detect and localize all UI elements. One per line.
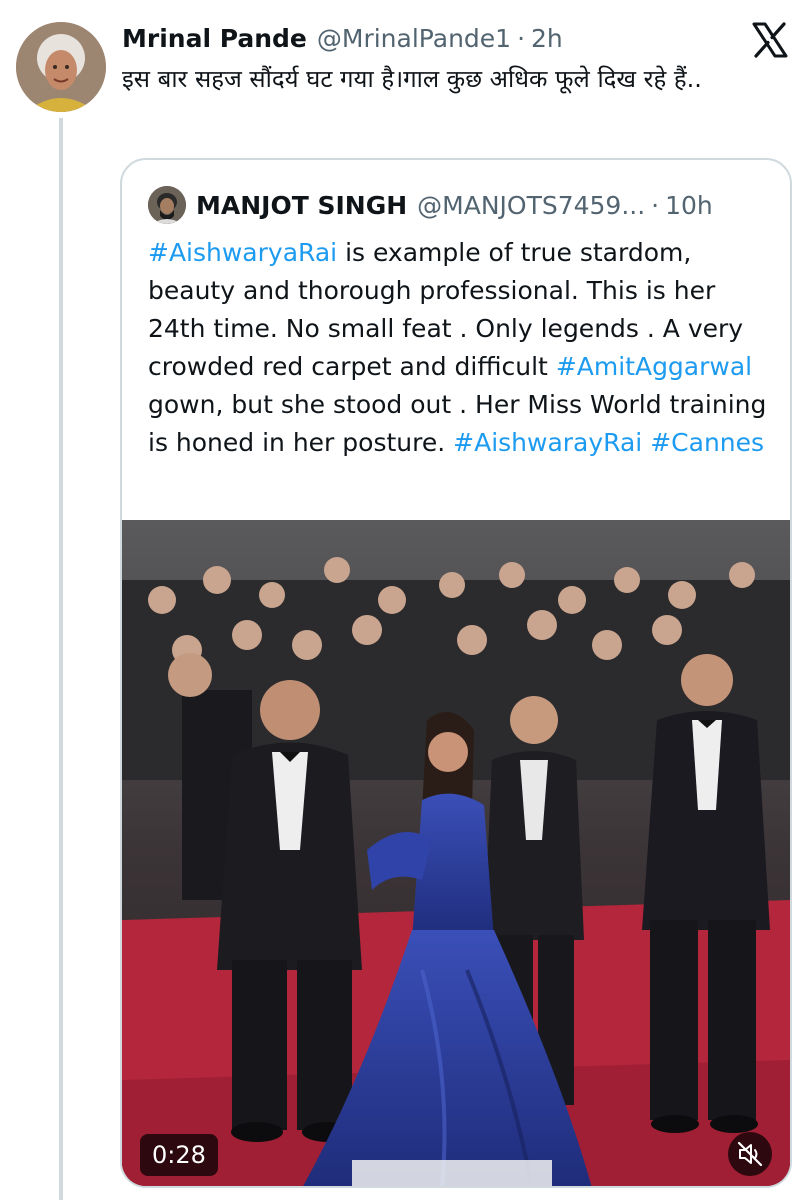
- quoted-avatar-image: [148, 186, 186, 224]
- author-avatar[interactable]: [16, 22, 106, 112]
- tweet-timestamp[interactable]: 2h: [531, 24, 563, 53]
- quoted-tweet-timestamp[interactable]: 10h: [665, 191, 713, 220]
- author-handle[interactable]: @MrinalPande1: [317, 24, 511, 53]
- quoted-author-avatar[interactable]: [148, 186, 186, 224]
- hashtag-link[interactable]: #Cannes: [650, 428, 764, 457]
- hashtag-link[interactable]: #AmitAggarwal: [556, 352, 752, 381]
- thread-connector-line: [59, 118, 63, 1200]
- tweet-text: इस बार सहज सौंदर्य घट गया है।गाल कुछ अधि…: [122, 65, 702, 93]
- video-frame-red-carpet: [122, 520, 790, 1186]
- quoted-separator-dot: ·: [651, 190, 660, 220]
- tweet-header: Mrinal Pande @MrinalPande1 · 2h: [122, 18, 563, 58]
- quoted-tweet-header: MANJOT SINGH @MANJOTS7459... · 10h: [196, 185, 713, 225]
- video-duration-badge: 0:28: [140, 1134, 218, 1176]
- separator-dot: ·: [517, 23, 526, 53]
- author-name[interactable]: Mrinal Pande: [122, 24, 307, 53]
- muted-speaker-icon[interactable]: [728, 1132, 772, 1176]
- hashtag-link[interactable]: #AishwaryaRai: [148, 238, 337, 267]
- video-player[interactable]: 0:28: [122, 520, 790, 1186]
- quoted-tweet-card[interactable]: MANJOT SINGH @MANJOTS7459... · 10h #Aish…: [120, 158, 792, 1188]
- quoted-tweet-text: #AishwaryaRai is example of true stardom…: [148, 234, 774, 462]
- author-avatar-image: [16, 22, 106, 112]
- x-logo-icon[interactable]: [750, 20, 790, 60]
- quoted-author-handle[interactable]: @MANJOTS7459...: [417, 191, 645, 220]
- hashtag-link[interactable]: #AishwarayRai: [453, 428, 642, 457]
- quoted-author-name[interactable]: MANJOT SINGH: [196, 191, 407, 220]
